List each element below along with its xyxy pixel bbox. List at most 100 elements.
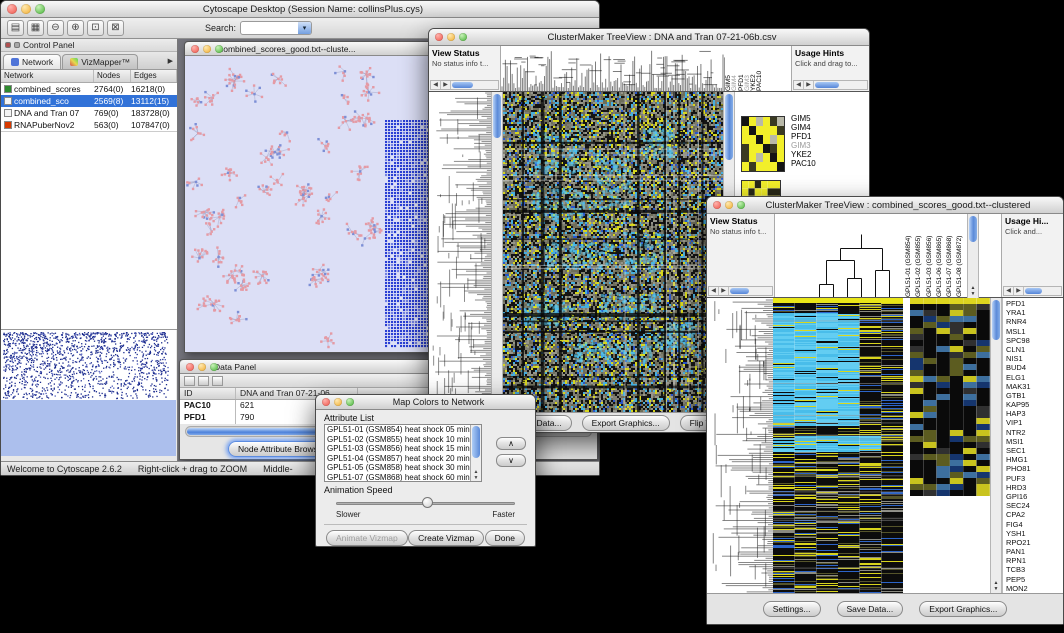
maximize-button[interactable] bbox=[215, 45, 223, 53]
maximize-button[interactable] bbox=[737, 201, 745, 209]
heatmap[interactable] bbox=[773, 298, 903, 593]
network-canvas[interactable] bbox=[185, 56, 439, 352]
gene-label[interactable]: PEP5 bbox=[1003, 575, 1063, 584]
gene-label[interactable]: KAP95 bbox=[1003, 400, 1063, 409]
labels-scrollbar[interactable]: ▲▼ bbox=[967, 214, 979, 298]
gene-label[interactable]: YKE2 bbox=[791, 150, 816, 159]
dialog-button[interactable]: Create Vizmap bbox=[408, 530, 484, 546]
gene-label[interactable]: NIS1 bbox=[1003, 354, 1063, 363]
close-button[interactable] bbox=[322, 398, 330, 406]
dialog-titlebar[interactable]: Map Colors to Network bbox=[316, 395, 535, 410]
column-label[interactable]: GPL51-06 (GSM865) bbox=[936, 216, 946, 297]
scroll-left-icon[interactable]: ◀ bbox=[1004, 287, 1014, 295]
column-dendrogram[interactable] bbox=[501, 46, 725, 91]
gene-label[interactable]: MAK31 bbox=[1003, 382, 1063, 391]
scroll-left-icon[interactable]: ◀ bbox=[431, 81, 441, 89]
tab-overflow-icon[interactable]: ▶ bbox=[168, 57, 173, 65]
scrollbar-thumb[interactable] bbox=[452, 82, 473, 88]
gene-label[interactable]: PAC10 bbox=[791, 159, 816, 168]
network-row[interactable]: DNA and Tran 07 769(0) 183728(0) bbox=[1, 107, 177, 119]
attribute-item[interactable]: GPL51-03 (GSM856) heat shock 15 min bbox=[325, 444, 481, 454]
gene-label[interactable]: RPN1 bbox=[1003, 556, 1063, 565]
dendrogram-scrollbar[interactable]: ▲▼ bbox=[491, 92, 503, 412]
scrollbar-thumb[interactable] bbox=[730, 288, 749, 294]
zoom-in-icon[interactable]: ⊕ bbox=[67, 20, 84, 36]
scroll-left-icon[interactable]: ◀ bbox=[709, 287, 719, 295]
minimize-button[interactable] bbox=[21, 4, 31, 14]
panel-close-icon[interactable] bbox=[5, 42, 11, 48]
panel-float-icon[interactable] bbox=[14, 42, 20, 48]
scrollbar-thumb[interactable] bbox=[472, 426, 480, 458]
scrollbar-thumb[interactable] bbox=[969, 216, 977, 242]
attribute-delete-icon[interactable] bbox=[212, 376, 223, 386]
minimize-button[interactable] bbox=[203, 45, 211, 53]
minimize-button[interactable] bbox=[447, 33, 455, 41]
gene-label[interactable]: HMG1 bbox=[1003, 455, 1063, 464]
column-label[interactable]: GPL51-08 (GSM872) bbox=[956, 216, 966, 297]
scrollbar-thumb[interactable] bbox=[1025, 288, 1042, 294]
column-dendrogram[interactable] bbox=[775, 214, 905, 297]
attribute-item[interactable]: GPL51-07 (GSM868) heat shock 60 min bbox=[325, 473, 481, 483]
attribute-create-icon[interactable] bbox=[198, 376, 209, 386]
usage-scrollbar[interactable]: ◀▶ bbox=[1003, 286, 1062, 296]
dialog-button[interactable]: Done bbox=[485, 530, 525, 546]
usage-scrollbar[interactable]: ◀▶ bbox=[793, 80, 868, 90]
gene-label[interactable]: VIP1 bbox=[1003, 418, 1063, 427]
status-scrollbar[interactable]: ◀▶ bbox=[708, 286, 773, 296]
maximize-button[interactable] bbox=[210, 363, 218, 371]
control-panel-tab[interactable]: VizMapper™ bbox=[62, 54, 138, 69]
gene-label[interactable]: MON2 bbox=[1003, 584, 1063, 593]
close-button[interactable] bbox=[186, 363, 194, 371]
close-button[interactable] bbox=[713, 201, 721, 209]
close-button[interactable] bbox=[191, 45, 199, 53]
gene-label[interactable]: GTB1 bbox=[1003, 391, 1063, 400]
gene-label[interactable]: PAN1 bbox=[1003, 547, 1063, 556]
treeview-button[interactable]: Export Graphics... bbox=[919, 601, 1007, 617]
open-session-icon[interactable]: ▤ bbox=[7, 20, 24, 36]
gene-label[interactable]: CLN1 bbox=[1003, 345, 1063, 354]
scroll-right-icon[interactable]: ▶ bbox=[1014, 287, 1024, 295]
scrollbar-thumb[interactable] bbox=[493, 94, 501, 138]
heatmap[interactable] bbox=[503, 92, 723, 412]
gene-label[interactable]: SEC24 bbox=[1003, 501, 1063, 510]
chevron-down-icon[interactable]: ▾ bbox=[298, 22, 311, 34]
zoom-selected-icon[interactable]: ⊡ bbox=[87, 20, 104, 36]
scrollbar-thumb[interactable] bbox=[992, 300, 1000, 340]
treeview-button[interactable]: Export Graphics... bbox=[582, 415, 670, 431]
minimize-button[interactable] bbox=[198, 363, 206, 371]
gene-label[interactable]: BUD4 bbox=[1003, 363, 1063, 372]
gene-label[interactable]: PUF3 bbox=[1003, 474, 1063, 483]
gene-label[interactable]: ELG1 bbox=[1003, 373, 1063, 382]
gene-label[interactable]: GIM4 bbox=[791, 123, 816, 132]
column-label[interactable]: GIM4 bbox=[731, 48, 737, 91]
column-label[interactable]: PAC10 bbox=[756, 48, 762, 91]
gene-label[interactable]: SEC1 bbox=[1003, 446, 1063, 455]
dialog-button[interactable]: Animate Vizmap bbox=[326, 530, 408, 546]
slider-knob[interactable] bbox=[422, 497, 433, 508]
gene-label[interactable]: RNR4 bbox=[1003, 317, 1063, 326]
gene-label[interactable]: GIM3 bbox=[791, 141, 816, 150]
close-button[interactable] bbox=[435, 33, 443, 41]
list-scrollbar[interactable]: ▲▼ bbox=[470, 425, 481, 481]
minimize-button[interactable] bbox=[725, 201, 733, 209]
gene-label[interactable]: FIG4 bbox=[1003, 520, 1063, 529]
status-scrollbar[interactable]: ◀▶ bbox=[430, 80, 499, 90]
gene-label[interactable]: RPO21 bbox=[1003, 538, 1063, 547]
attribute-item[interactable]: GPL51-02 (GSM855) heat shock 10 min bbox=[325, 435, 481, 445]
search-input[interactable]: ▾ bbox=[240, 21, 312, 35]
network-row[interactable]: combined_sco 2569(8) 13112(15) bbox=[1, 95, 177, 107]
column-label[interactable]: PFD1 bbox=[738, 48, 744, 91]
move-down-button[interactable]: ∨ bbox=[496, 454, 526, 467]
gene-label[interactable]: MSI1 bbox=[1003, 437, 1063, 446]
scroll-right-icon[interactable]: ▶ bbox=[441, 81, 451, 89]
maximize-button[interactable] bbox=[459, 33, 467, 41]
scrollbar-thumb[interactable] bbox=[815, 82, 839, 88]
gene-label[interactable]: PFD1 bbox=[791, 132, 816, 141]
treeview-combined-titlebar[interactable]: ClusterMaker TreeView : combined_scores_… bbox=[707, 197, 1063, 214]
gene-label[interactable]: HAP3 bbox=[1003, 409, 1063, 418]
gene-label[interactable]: YSH1 bbox=[1003, 529, 1063, 538]
gene-label[interactable]: PFD1 bbox=[1003, 299, 1063, 308]
column-label[interactable]: GPL51-03 (GSM856) bbox=[926, 216, 936, 297]
network-row[interactable]: combined_scores 2764(0) 16218(0) bbox=[1, 83, 177, 95]
treeview-button[interactable]: Settings... bbox=[763, 601, 821, 617]
